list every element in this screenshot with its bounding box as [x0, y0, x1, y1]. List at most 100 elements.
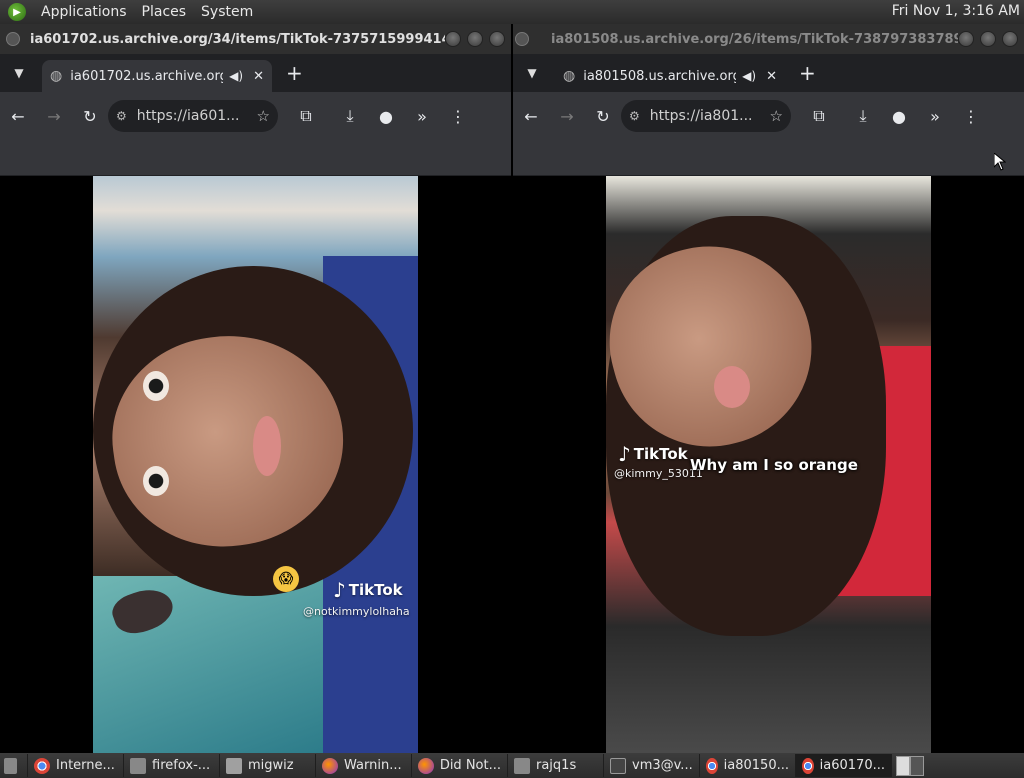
terminal-icon — [610, 757, 626, 774]
taskbar-item-label: firefox-... — [152, 758, 211, 773]
taskbar-item[interactable]: vm3@v... — [604, 754, 700, 777]
page-content: ♪ TikTok @kimmy_53011 Why am I so orange — [513, 176, 1024, 753]
profile-icon[interactable]: ● — [368, 107, 404, 126]
tab-strip: ▼ ◍ ia601702.us.archive.org/3 ◀) ✕ + — [0, 54, 511, 92]
folder-icon — [226, 757, 242, 774]
new-tab-button[interactable]: + — [286, 61, 303, 85]
profile-icon[interactable]: ● — [881, 107, 917, 126]
tab-title: ia801508.us.archive.org/ — [583, 68, 737, 84]
show-desktop-button[interactable] — [0, 754, 28, 777]
taskbar-item[interactable]: rajq1s — [508, 754, 604, 777]
taskbar-item-label: ia80150... — [723, 758, 789, 773]
browser-window-right: ia801508.us.archive.org/26/items/TikTok-… — [513, 24, 1024, 753]
bookmarks-bar — [513, 140, 1024, 176]
tab-active[interactable]: ◍ ia601702.us.archive.org/3 ◀) ✕ — [42, 60, 272, 92]
window-title: ia801508.us.archive.org/26/items/TikTok-… — [551, 31, 958, 47]
taskbar-item[interactable]: Did Not... — [412, 754, 508, 777]
close-tab-icon[interactable]: ✕ — [253, 69, 264, 84]
taskbar-item-label: rajq1s — [536, 758, 577, 773]
taskbar-item-label: Interne... — [56, 758, 115, 773]
window-titlebar[interactable]: ia601702.us.archive.org/34/items/TikTok-… — [0, 24, 511, 54]
browser-toolbar: ← → ↻ ⚙ https://ia601... ☆ ⧉ ⤓ ● » ⋮ — [0, 92, 511, 140]
minimize-button[interactable] — [958, 31, 974, 47]
eye-left — [143, 371, 169, 401]
globe-icon: ◍ — [50, 68, 63, 84]
bookmark-star-icon[interactable]: ☆ — [770, 107, 783, 125]
maximize-button[interactable] — [467, 31, 483, 47]
tab-title: ia601702.us.archive.org/3 — [70, 68, 223, 84]
workspace-switcher[interactable] — [896, 755, 924, 776]
chrome-icon — [706, 757, 718, 774]
tiktok-label: TikTok — [348, 581, 403, 599]
extensions-icon[interactable]: ⧉ — [801, 106, 837, 126]
window-title: ia601702.us.archive.org/34/items/TikTok-… — [30, 31, 445, 47]
taskbar-item-label: Did Not... — [439, 758, 501, 773]
address-bar[interactable]: ⚙ https://ia601... ☆ — [108, 100, 278, 132]
tab-search-icon[interactable]: ▼ — [519, 66, 545, 80]
tab-active[interactable]: ◍ ia801508.us.archive.org/ ◀) ✕ — [555, 60, 785, 92]
reload-button[interactable]: ↻ — [72, 107, 108, 126]
extensions-icon[interactable]: ⧉ — [288, 106, 324, 126]
taskbar-item[interactable]: ia80150... — [700, 754, 796, 777]
close-window-button[interactable] — [489, 31, 505, 47]
bookmark-star-icon[interactable]: ☆ — [257, 107, 270, 125]
download-icon[interactable]: ⤓ — [845, 106, 881, 126]
minimize-button[interactable] — [445, 31, 461, 47]
chrome-icon — [802, 757, 814, 774]
overflow-chevron-icon[interactable]: » — [404, 107, 440, 126]
taskbar-item[interactable]: firefox-... — [124, 754, 220, 777]
file-icon — [130, 757, 146, 774]
browser-window-left: ia601702.us.archive.org/34/items/TikTok-… — [0, 24, 511, 753]
menu-kebab-icon[interactable]: ⋮ — [440, 107, 476, 126]
maximize-button[interactable] — [980, 31, 996, 47]
address-url[interactable]: https://ia601... — [137, 108, 257, 124]
video-player[interactable]: 😱 ♪ TikTok @notkimmylolhaha — [93, 176, 418, 753]
address-url[interactable]: https://ia801... — [650, 108, 770, 124]
close-window-button[interactable] — [1002, 31, 1018, 47]
lips — [253, 416, 281, 476]
taskbar-item[interactable]: Interne... — [28, 754, 124, 777]
window-menu-icon[interactable] — [515, 32, 529, 46]
new-tab-button[interactable]: + — [799, 61, 816, 85]
tiktok-watermark: ♪ TikTok — [618, 442, 688, 466]
address-bar[interactable]: ⚙ https://ia801... ☆ — [621, 100, 791, 132]
site-info-icon[interactable]: ⚙ — [116, 109, 127, 123]
tiktok-note-icon: ♪ — [333, 578, 346, 602]
tab-search-icon[interactable]: ▼ — [6, 66, 32, 80]
tiktok-handle: @notkimmylolhaha — [303, 605, 410, 618]
window-menu-icon[interactable] — [6, 32, 20, 46]
video-caption: Why am I so orange — [690, 456, 858, 474]
close-tab-icon[interactable]: ✕ — [766, 69, 777, 84]
overflow-chevron-icon[interactable]: » — [917, 107, 953, 126]
workspace-1[interactable] — [896, 755, 910, 776]
speaker-icon[interactable]: ◀) — [229, 69, 243, 83]
back-button[interactable]: ← — [0, 107, 36, 126]
clock[interactable]: Fri Nov 1, 3:16 AM — [892, 3, 1020, 19]
video-player[interactable]: ♪ TikTok @kimmy_53011 Why am I so orange — [606, 176, 931, 753]
taskbar-item[interactable]: migwiz — [220, 754, 316, 777]
taskbar-item-active[interactable]: ia60170... — [796, 754, 892, 777]
gnome-foot-icon[interactable]: ▶ — [8, 3, 26, 21]
tiktok-note-icon: ♪ — [618, 442, 631, 466]
eye-right — [143, 466, 169, 496]
scream-emoji-icon: 😱 — [273, 566, 299, 592]
globe-icon: ◍ — [563, 68, 576, 84]
forward-button[interactable]: → — [36, 107, 72, 126]
menu-places[interactable]: Places — [142, 4, 187, 20]
reload-button[interactable]: ↻ — [585, 107, 621, 126]
menu-kebab-icon[interactable]: ⋮ — [953, 107, 989, 126]
menu-system[interactable]: System — [201, 4, 253, 20]
back-button[interactable]: ← — [513, 107, 549, 126]
download-icon[interactable]: ⤓ — [332, 106, 368, 126]
menu-applications[interactable]: Applications — [41, 4, 127, 20]
tiktok-label: TikTok — [633, 445, 688, 463]
taskbar-item[interactable]: Warnin... — [316, 754, 412, 777]
window-titlebar[interactable]: ia801508.us.archive.org/26/items/TikTok-… — [513, 24, 1024, 54]
workspace-2[interactable] — [910, 755, 924, 776]
tab-strip: ▼ ◍ ia801508.us.archive.org/ ◀) ✕ + — [513, 54, 1024, 92]
lips — [714, 366, 750, 408]
site-info-icon[interactable]: ⚙ — [629, 109, 640, 123]
speaker-icon[interactable]: ◀) — [742, 69, 756, 83]
forward-button[interactable]: → — [549, 107, 585, 126]
image-icon — [514, 757, 530, 774]
